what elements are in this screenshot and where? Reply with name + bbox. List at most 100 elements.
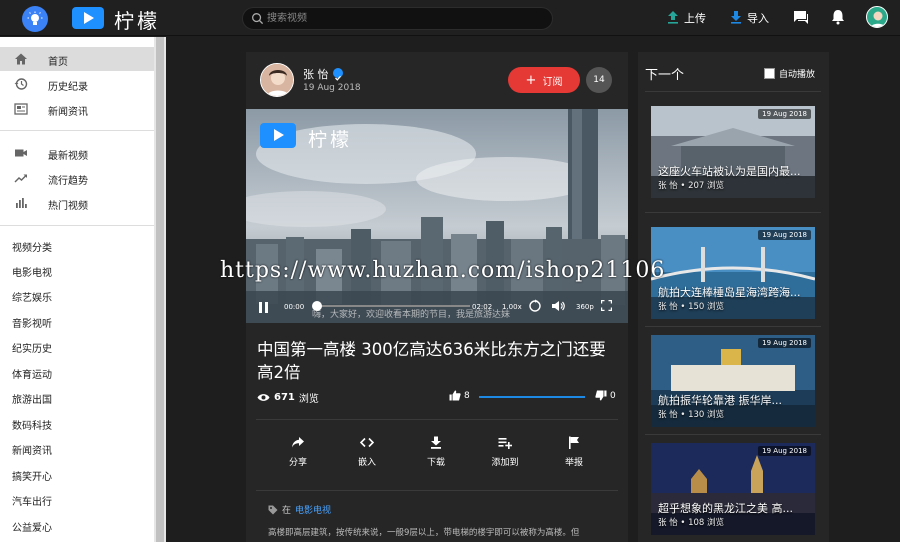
view-count: 671 浏览 [257,390,319,405]
import-icon[interactable] [727,8,745,26]
bar-chart-icon [16,198,27,208]
sidebar-item-news[interactable]: 新闻资讯 [0,97,154,121]
trending-icon [14,174,27,183]
logo-play-icon[interactable] [72,7,104,29]
like-button[interactable]: 8 [449,390,470,401]
sidebar-category-item[interactable]: 音影视听 [12,315,52,330]
view-label: 浏览 [298,394,319,405]
video-description: 高楼即高层建筑，按传统来说，一般9层以上，带电梯的楼宇即可以被称为高楼。但 [268,528,580,538]
sidebar-category-item[interactable]: 汽车出行 [12,493,52,508]
download-button[interactable]: 下载 [406,436,466,468]
subscribe-label: 订阅 [542,76,563,88]
next-video-item[interactable]: 19 Aug 2018 超乎想象的黑龙江之美 高... 张 怡 • 108 浏览 [651,443,815,535]
next-video-item[interactable]: 19 Aug 2018 这座火车站被认为是国内最... 张 怡 • 207 浏览 [651,106,815,198]
watermark-text: https://www.huzhan.com/ishop21106 [220,258,666,283]
import-button[interactable]: 导入 [747,10,769,26]
sidebar-category-item[interactable]: 新闻资讯 [12,442,52,457]
share-icon [292,437,304,448]
sidebar-category-item[interactable]: 综艺娱乐 [12,289,52,304]
sidebar-category-item[interactable]: 数码科技 [12,417,52,432]
subscribe-button[interactable]: + 订阅 [508,67,580,93]
pause-icon[interactable] [258,301,270,314]
sidebar: 首页 历史纪录 新闻资讯 最新视频 流行趋势 热门视频 视频分类 电影电视 综艺… [0,37,154,542]
divider [645,212,821,213]
home-icon [15,53,27,65]
video-camera-icon [15,149,27,157]
fullscreen-icon[interactable] [601,300,612,311]
sidebar-category-item[interactable]: 体育运动 [12,366,52,381]
quality-selector[interactable]: 360p [576,303,594,311]
player-brand-text: 柠檬 [308,129,353,151]
top-bar: 柠檬 上传 导入 [0,0,900,36]
divider [645,434,821,435]
share-button[interactable]: 分享 [268,436,328,468]
divider [256,419,618,420]
add-to-playlist-button[interactable]: 添加到 [475,436,535,468]
sidebar-item-trending[interactable]: 流行趋势 [0,166,154,190]
search-box[interactable] [242,7,553,30]
video-title: 中国第一高楼 300亿高达636米比东方之门还要高2倍 [257,340,606,382]
action-label: 分享 [288,458,307,468]
action-label: 下载 [426,458,445,468]
autoplay-checkbox[interactable] [764,68,775,79]
next-video-meta: 张 怡 • 150 浏览 [658,302,725,312]
sidebar-category-title: 视频分类 [12,243,52,254]
sidebar-category-item[interactable]: 搞笑开心 [12,468,52,483]
autoplay-toggle[interactable]: 自动播放 [764,67,815,80]
sidebar-item-popular[interactable]: 热门视频 [0,191,154,215]
sidebar-item-label: 历史纪录 [48,82,88,93]
sidebar-divider [0,130,154,131]
volume-icon[interactable] [551,299,565,313]
search-icon[interactable] [251,12,264,25]
seek-bar[interactable] [316,305,470,307]
logo-text[interactable]: 柠檬 [114,5,160,34]
upload-button[interactable]: 上传 [684,10,706,26]
player-controls: 00:00 02:02 1.00x 360p [246,295,628,323]
next-video-title[interactable]: 超乎想象的黑龙江之美 高... [658,500,808,516]
sidebar-category-item[interactable]: 电影电视 [12,264,52,279]
scrollbar-thumb[interactable] [156,37,164,542]
next-video-title[interactable]: 这座火车站被认为是国内最... [658,163,808,179]
next-video-item[interactable]: 19 Aug 2018 航拍大连棒棰岛星海湾跨海... 张 怡 • 150 浏览 [651,227,815,319]
sidebar-item-history[interactable]: 历史纪录 [0,72,154,96]
verified-icon [333,68,343,81]
channel-name[interactable]: 张 怡 [303,66,329,82]
next-video-item[interactable]: 19 Aug 2018 航拍振华轮靠港 振华岸... 张 怡 • 130 浏览 [651,335,815,427]
report-button[interactable]: 举报 [544,436,604,468]
upload-date: 19 Aug 2018 [303,83,361,93]
channel-avatar[interactable] [260,63,294,97]
next-video-title[interactable]: 航拍振华轮靠港 振华岸... [658,392,808,408]
seek-handle[interactable] [312,301,322,311]
sidebar-category-item[interactable]: 公益爱心 [12,519,52,534]
category-prefix: 在 [282,506,292,516]
total-time: 02:02 [472,303,493,311]
lightbulb-icon[interactable] [22,6,48,32]
dislike-button[interactable]: 0 [595,390,616,401]
search-input[interactable] [267,10,547,27]
sidebar-divider [0,225,154,226]
like-count: 8 [464,390,470,401]
video-player[interactable]: 柠檬 嗨，大家好，欢迎收看本期的节目，我是旅游达妹 00:00 02:02 1.… [246,109,628,323]
category-link[interactable]: 电影电视 [295,503,331,516]
sidebar-item-label: 最新视频 [48,151,88,162]
sidebar-item-home[interactable]: 首页 [0,47,154,71]
like-ratio-bar [479,396,585,398]
next-video-meta: 张 怡 • 207 浏览 [658,181,725,191]
sidebar-scrollbar[interactable] [154,37,166,542]
embed-button[interactable]: 嵌入 [337,436,397,468]
sidebar-category-item[interactable]: 纪实历史 [12,340,52,355]
subscriber-count-badge: 14 [586,67,612,93]
video-category: 在 电影电视 [268,503,331,516]
sidebar-item-label: 热门视频 [48,201,88,212]
eye-icon [257,394,270,401]
messages-icon[interactable] [792,8,810,26]
sidebar-category-item[interactable]: 旅游出国 [12,391,52,406]
sidebar-item-latest[interactable]: 最新视频 [0,141,154,165]
replay-icon[interactable] [528,299,542,313]
notifications-bell-icon[interactable] [829,8,847,26]
upload-icon[interactable] [664,8,682,26]
video-frame [246,109,628,323]
playback-speed[interactable]: 1.00x [502,303,522,311]
next-video-title[interactable]: 航拍大连棒棰岛星海湾跨海... [658,284,808,300]
user-avatar[interactable] [866,6,888,28]
